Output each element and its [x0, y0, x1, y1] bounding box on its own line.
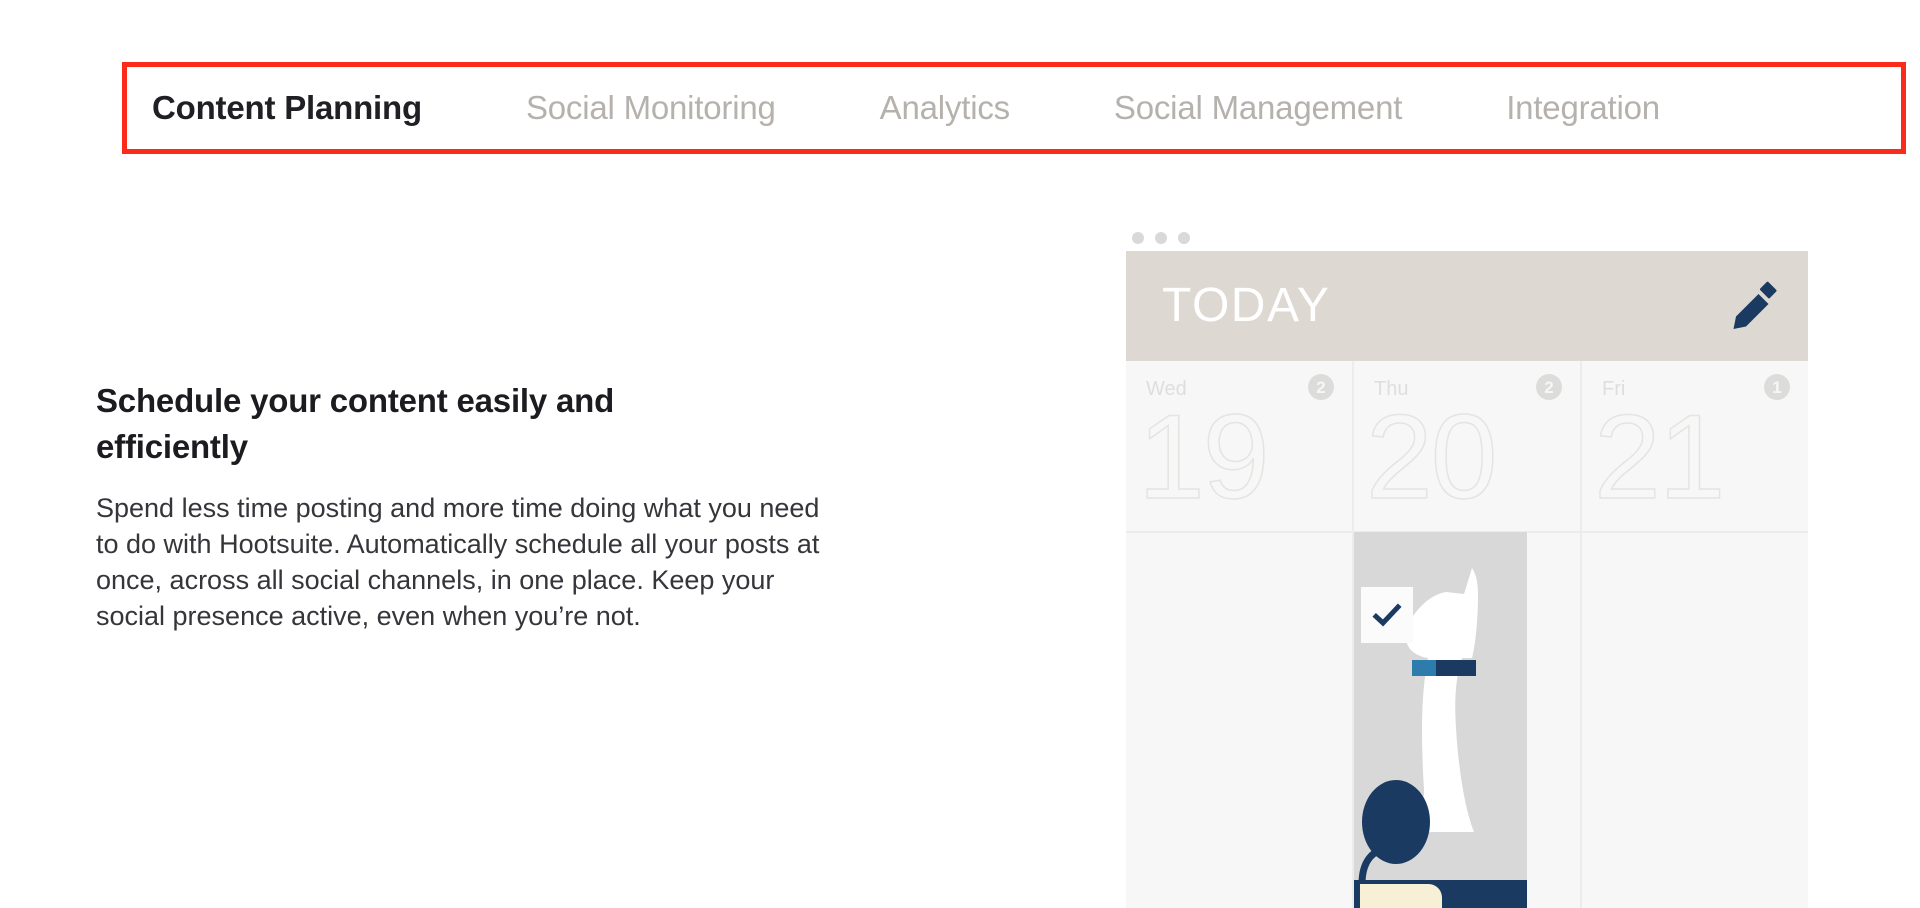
- check-icon: [1371, 599, 1403, 631]
- content-calendar-widget: TODAY Wed 2 19 Thu 2 20 Fri 1 21: [1126, 225, 1808, 908]
- calendar-post-count-badge: 2: [1536, 374, 1562, 400]
- calendar-header-title: TODAY: [1162, 279, 1331, 332]
- calendar-post-count-badge: 2: [1308, 374, 1334, 400]
- tab-integration[interactable]: Integration: [1506, 89, 1660, 127]
- tab-social-management[interactable]: Social Management: [1114, 89, 1402, 127]
- calendar-day-header: Fri 1 21: [1582, 361, 1808, 533]
- tab-content-planning[interactable]: Content Planning: [152, 89, 422, 127]
- tab-analytics[interactable]: Analytics: [880, 89, 1010, 127]
- feature-body-text: Spend less time posting and more time do…: [96, 493, 820, 631]
- calendar-day-header: Thu 2 20: [1354, 361, 1580, 533]
- window-dot-icon: [1178, 232, 1190, 244]
- window-dot-icon: [1155, 232, 1167, 244]
- calendar-card: TODAY Wed 2 19 Thu 2 20 Fri 1 21: [1126, 251, 1808, 908]
- calendar-date-number: 20: [1365, 390, 1498, 524]
- feature-copy-block: Schedule your content easily and efficie…: [96, 378, 836, 635]
- calendar-day-slot[interactable]: [1582, 533, 1808, 906]
- calendar-date-number: 21: [1593, 390, 1726, 524]
- window-dots: [1126, 225, 1808, 251]
- feature-heading: Schedule your content easily and efficie…: [96, 382, 615, 465]
- window-dot-icon: [1132, 232, 1144, 244]
- calendar-day-slot[interactable]: [1126, 533, 1352, 906]
- calendar-date-number: 19: [1137, 390, 1270, 524]
- tab-social-monitoring[interactable]: Social Monitoring: [526, 89, 776, 127]
- calendar-day-header: Wed 2 19: [1126, 361, 1352, 533]
- calendar-header: TODAY: [1126, 251, 1808, 361]
- pencil-icon[interactable]: [1728, 280, 1780, 332]
- scheduled-post-check-card[interactable]: [1361, 587, 1413, 643]
- feature-tab-bar: Content Planning Social Monitoring Analy…: [122, 62, 1906, 154]
- calendar-day-column[interactable]: Wed 2 19: [1126, 361, 1354, 908]
- calendar-day-column[interactable]: Fri 1 21: [1582, 361, 1808, 908]
- calendar-post-count-badge: 1: [1764, 374, 1790, 400]
